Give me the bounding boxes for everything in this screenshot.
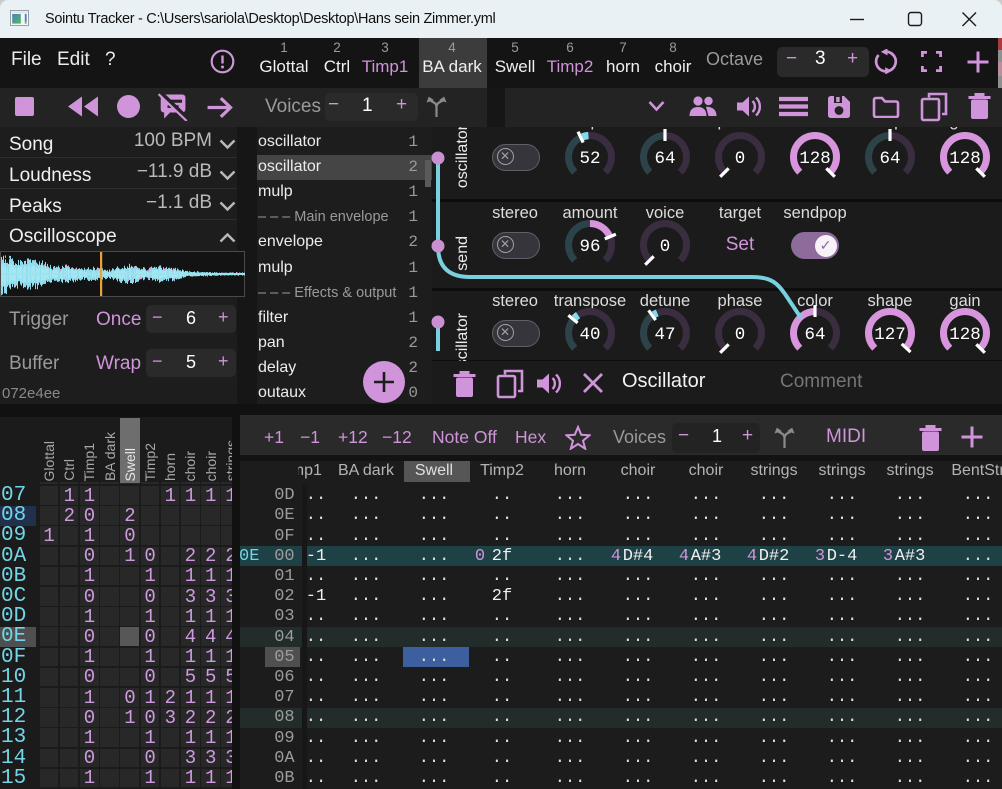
svg-text:127: 127 <box>874 325 906 345</box>
svg-text:52: 52 <box>579 149 600 169</box>
svg-text:40: 40 <box>579 325 600 345</box>
svg-text:0: 0 <box>660 237 671 257</box>
svg-text:96: 96 <box>579 237 600 257</box>
svg-text:47: 47 <box>654 325 675 345</box>
svg-text:128: 128 <box>799 149 831 169</box>
svg-text:0: 0 <box>735 325 746 345</box>
svg-text:64: 64 <box>804 325 825 345</box>
svg-text:128: 128 <box>949 325 981 345</box>
svg-text:128: 128 <box>949 149 981 169</box>
svg-text:64: 64 <box>879 149 900 169</box>
svg-text:64: 64 <box>654 149 675 169</box>
svg-text:0: 0 <box>735 149 746 169</box>
